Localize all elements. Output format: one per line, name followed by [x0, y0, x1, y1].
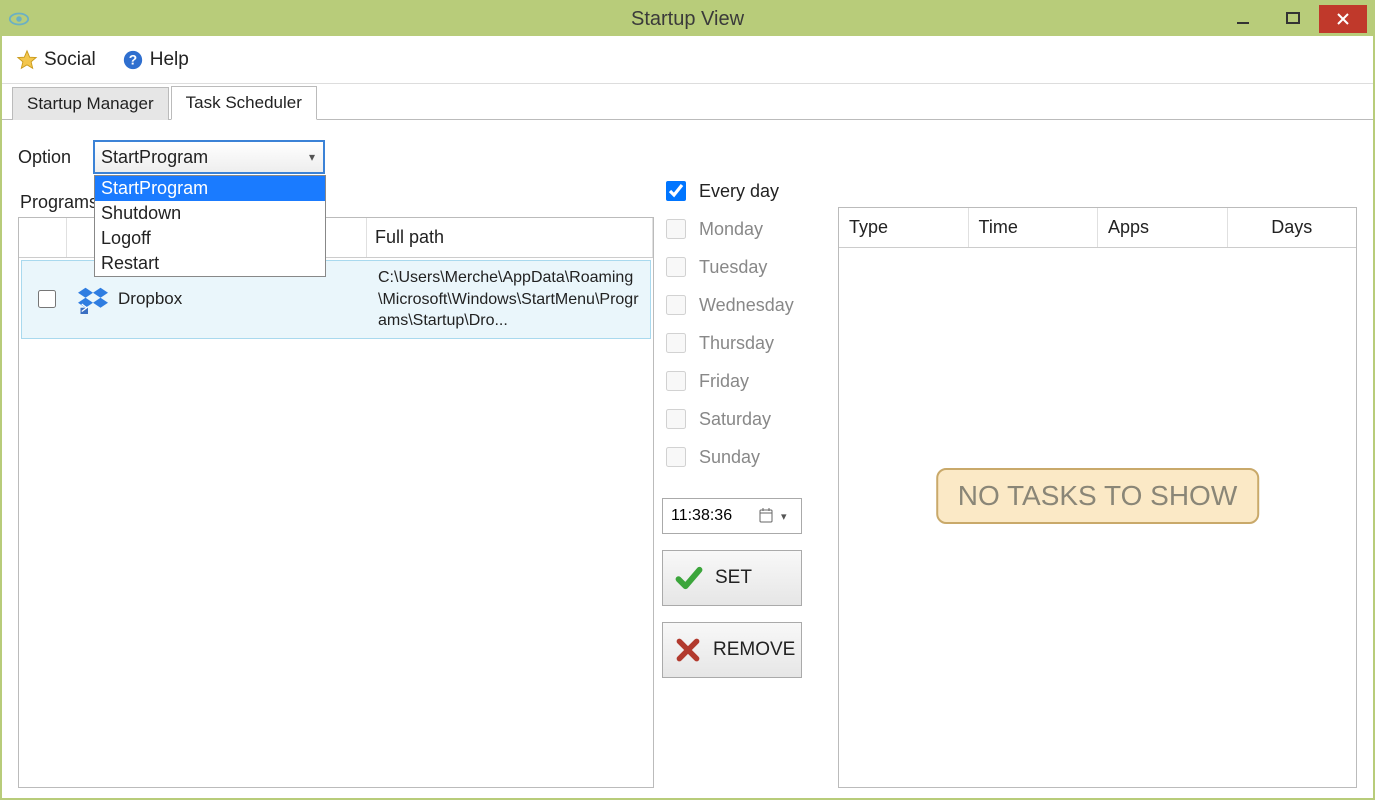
- checkbox-friday[interactable]: [666, 371, 686, 391]
- col-full-path: Full path: [367, 218, 653, 257]
- calendar-icon: [759, 508, 775, 524]
- star-icon: [16, 49, 38, 71]
- option-dropdown[interactable]: StartProgram ▾ StartProgram Shutdown Log…: [93, 140, 325, 174]
- day-everyday[interactable]: Every day: [662, 172, 822, 210]
- chevron-down-icon: ▾: [309, 150, 315, 164]
- chevron-down-icon[interactable]: ▾: [781, 510, 787, 523]
- tab-startup-manager[interactable]: Startup Manager: [12, 87, 169, 120]
- option-item-startprogram[interactable]: StartProgram: [95, 176, 325, 201]
- titlebar: Startup View: [2, 2, 1373, 36]
- option-item-restart[interactable]: Restart: [95, 251, 325, 276]
- check-icon: [675, 564, 703, 592]
- label-every-day: Every day: [699, 181, 779, 202]
- label-friday: Friday: [699, 371, 749, 392]
- col-apps: Apps: [1098, 208, 1228, 247]
- tasks-table-header: Type Time Apps Days: [839, 208, 1356, 248]
- remove-button[interactable]: REMOVE: [662, 622, 802, 678]
- program-name: Dropbox: [118, 289, 182, 309]
- option-item-shutdown[interactable]: Shutdown: [95, 201, 325, 226]
- checkbox-monday[interactable]: [666, 219, 686, 239]
- option-row: Option StartProgram ▾ StartProgram Shutd…: [18, 140, 654, 174]
- checkbox-wednesday[interactable]: [666, 295, 686, 315]
- col-days: Days: [1228, 208, 1357, 247]
- day-monday[interactable]: Monday: [662, 210, 822, 248]
- day-thursday[interactable]: Thursday: [662, 324, 822, 362]
- checkbox-sunday[interactable]: [666, 447, 686, 467]
- menu-social-label: Social: [44, 49, 96, 71]
- option-item-logoff[interactable]: Logoff: [95, 226, 325, 251]
- minimize-button[interactable]: [1219, 5, 1267, 33]
- tab-bar: Startup Manager Task Scheduler: [2, 84, 1373, 120]
- label-monday: Monday: [699, 219, 763, 240]
- close-button[interactable]: [1319, 5, 1367, 33]
- label-tuesday: Tuesday: [699, 257, 767, 278]
- no-tasks-tooltip: NO TASKS TO SHOW: [936, 468, 1260, 524]
- label-saturday: Saturday: [699, 409, 771, 430]
- content-area: Option StartProgram ▾ StartProgram Shutd…: [2, 120, 1373, 798]
- option-selected: StartProgram: [101, 147, 208, 168]
- remove-button-label: REMOVE: [713, 639, 795, 661]
- help-icon: ?: [122, 49, 144, 71]
- tab-task-scheduler[interactable]: Task Scheduler: [171, 86, 317, 120]
- menubar: Social ? Help: [2, 36, 1373, 84]
- day-friday[interactable]: Friday: [662, 362, 822, 400]
- schedule-panel: Every day Monday Tuesday Wednesday Thurs…: [662, 140, 822, 788]
- left-panel: Option StartProgram ▾ StartProgram Shutd…: [18, 140, 654, 788]
- time-picker[interactable]: ▾: [662, 498, 802, 534]
- app-icon-eye: [8, 8, 30, 30]
- programs-table: Full path: [18, 217, 654, 788]
- app-window: Startup View Social ? Help: [0, 0, 1375, 800]
- menu-social[interactable]: Social: [16, 49, 96, 71]
- col-checkbox: [19, 218, 67, 257]
- day-sunday[interactable]: Sunday: [662, 438, 822, 476]
- window-controls: [1217, 5, 1367, 33]
- program-path: C:\Users\Merche\AppData\Roaming\Microsof…: [370, 261, 650, 338]
- menu-help-label: Help: [150, 49, 189, 71]
- day-tuesday[interactable]: Tuesday: [662, 248, 822, 286]
- svg-text:?: ?: [129, 52, 137, 67]
- checkbox-every-day[interactable]: [666, 181, 686, 201]
- label-thursday: Thursday: [699, 333, 774, 354]
- label-sunday: Sunday: [699, 447, 760, 468]
- checkbox-tuesday[interactable]: [666, 257, 686, 277]
- maximize-button[interactable]: [1269, 5, 1317, 33]
- checkbox-saturday[interactable]: [666, 409, 686, 429]
- col-time: Time: [969, 208, 1099, 247]
- dropbox-icon: [78, 284, 108, 314]
- day-wednesday[interactable]: Wednesday: [662, 286, 822, 324]
- program-row-checkbox[interactable]: [38, 290, 56, 308]
- tasks-table: Type Time Apps Days NO TASKS TO SHOW: [838, 207, 1357, 788]
- label-wednesday: Wednesday: [699, 295, 794, 316]
- col-type: Type: [839, 208, 969, 247]
- set-button-label: SET: [715, 567, 752, 589]
- option-label: Option: [18, 147, 71, 168]
- window-title: Startup View: [2, 8, 1373, 31]
- checkbox-thursday[interactable]: [666, 333, 686, 353]
- time-input[interactable]: [669, 506, 753, 526]
- x-icon: [675, 637, 701, 663]
- option-dropdown-list: StartProgram Shutdown Logoff Restart: [94, 175, 326, 277]
- set-button[interactable]: SET: [662, 550, 802, 606]
- menu-help[interactable]: ? Help: [122, 49, 189, 71]
- day-saturday[interactable]: Saturday: [662, 400, 822, 438]
